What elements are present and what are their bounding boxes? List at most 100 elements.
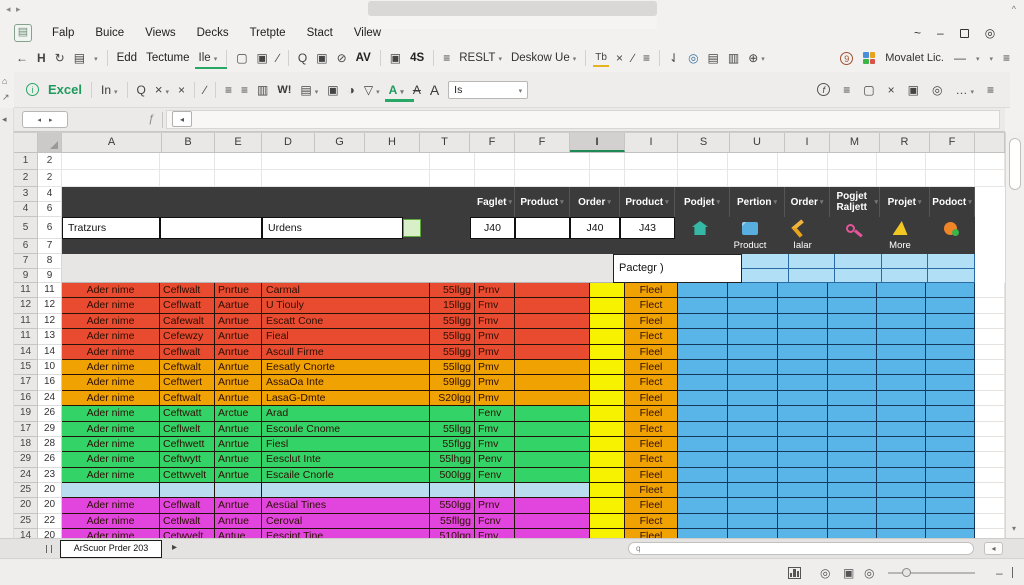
blue-cell[interactable] — [926, 283, 975, 298]
blue-cell[interactable] — [789, 254, 836, 269]
fleet-cell[interactable]: Fleel — [625, 345, 678, 360]
home-shortcut-icon[interactable] — [2, 76, 7, 86]
description-cell[interactable] — [262, 483, 430, 498]
blue-cell[interactable] — [678, 422, 728, 437]
row-number-cell[interactable]: 14 — [38, 345, 62, 360]
select-all-corner[interactable] — [14, 133, 38, 152]
yellow-cell[interactable] — [590, 498, 625, 513]
view-mode-dropdown[interactable]: Deskow Ue — [511, 52, 576, 64]
vendor-cell[interactable]: Cefewzy — [160, 329, 215, 344]
empty-cell[interactable] — [678, 170, 728, 187]
blue-cell[interactable] — [778, 375, 828, 390]
band-header[interactable]: Podoct — [930, 187, 975, 217]
vendor-cell[interactable]: Ceftwytt — [160, 452, 215, 467]
font-color-dropdown[interactable]: A — [389, 83, 404, 97]
quantity-cell[interactable]: 55lhgg — [430, 452, 475, 467]
blue-cell[interactable] — [877, 422, 926, 437]
table-row[interactable]: 15 10 Ader nime Ceftwalt Anrtue Eesatly … — [14, 360, 1005, 375]
code-cell[interactable]: Fmv — [475, 529, 515, 538]
blue-cell[interactable] — [728, 298, 778, 313]
empty-cell[interactable] — [590, 153, 625, 170]
empty-cell[interactable] — [975, 375, 1005, 390]
blue-cell[interactable] — [877, 406, 926, 421]
av-label[interactable]: AV — [356, 52, 371, 64]
row-header[interactable]: 1 — [14, 153, 38, 170]
back-icon[interactable] — [16, 52, 28, 64]
band-header[interactable]: Order — [570, 187, 620, 217]
blue-cell[interactable] — [778, 283, 828, 298]
name-cell[interactable]: Ader nime — [62, 314, 160, 329]
description-cell[interactable]: LasaG-Dmte — [262, 391, 430, 406]
blue-cell[interactable] — [678, 483, 728, 498]
blue-cell[interactable] — [728, 375, 778, 390]
empty-cell[interactable] — [215, 170, 262, 187]
band-header[interactable]: Product — [515, 187, 570, 217]
code-cell[interactable] — [475, 483, 515, 498]
help-icon[interactable]: 9 — [840, 52, 853, 65]
quantity-cell[interactable]: 55fllgg — [430, 514, 475, 529]
blue-cell[interactable] — [728, 345, 778, 360]
menu-item[interactable]: Views — [145, 27, 175, 39]
shading-icon[interactable] — [348, 84, 355, 96]
history-icon[interactable] — [37, 52, 46, 64]
description-cell[interactable]: Eesclut Inte — [262, 452, 430, 467]
quantity-cell[interactable]: 55llgg — [430, 422, 475, 437]
type-cell[interactable]: Anrtue — [215, 498, 262, 513]
blank-cell[interactable] — [515, 468, 590, 483]
column-header[interactable]: F — [515, 133, 570, 152]
name-cell[interactable]: Ader nime — [62, 329, 160, 344]
quantity-cell[interactable]: 55llgg — [430, 345, 475, 360]
band-header[interactable]: Product — [620, 187, 675, 217]
blue-cell[interactable] — [678, 345, 728, 360]
blue-cell[interactable] — [789, 269, 836, 284]
row-header[interactable]: 2 — [14, 170, 38, 187]
find-icon[interactable] — [137, 84, 146, 96]
empty-cell[interactable] — [678, 153, 728, 170]
blue-cell[interactable] — [828, 298, 877, 313]
filter-caret-icon[interactable] — [665, 196, 669, 208]
type-cell[interactable]: Pnrtue — [215, 283, 262, 298]
code-cell[interactable]: Penv — [475, 452, 515, 467]
blue-cell[interactable] — [926, 529, 975, 538]
row-header[interactable]: 6 — [14, 239, 38, 254]
empty-cell[interactable] — [625, 153, 678, 170]
blue-cell[interactable] — [926, 329, 975, 344]
blue-cell[interactable] — [778, 406, 828, 421]
blue-cell[interactable] — [877, 375, 926, 390]
quantity-cell[interactable]: S20lgg — [430, 391, 475, 406]
column-header[interactable]: R — [880, 133, 930, 152]
row-header[interactable]: 14 — [14, 529, 38, 538]
blue-cell[interactable] — [828, 391, 877, 406]
empty-cell[interactable] — [778, 153, 828, 170]
blue-cell[interactable] — [778, 329, 828, 344]
quantity-cell[interactable]: 15llgg — [430, 298, 475, 313]
session-icon[interactable] — [985, 26, 995, 40]
format-text-icon[interactable] — [595, 53, 607, 63]
filter-caret-icon[interactable] — [508, 196, 512, 208]
blue-cell[interactable] — [828, 422, 877, 437]
blank-cell[interactable] — [515, 391, 590, 406]
blue-cell[interactable] — [877, 329, 926, 344]
blank-band-cell[interactable] — [160, 217, 262, 239]
fleet-cell[interactable]: Flect — [625, 452, 678, 467]
empty-cell[interactable] — [728, 153, 778, 170]
horizontal-scrollbar[interactable]: q — [628, 542, 974, 555]
yellow-cell[interactable] — [590, 514, 625, 529]
row-number-cell[interactable]: 9 — [38, 269, 62, 283]
empty-cell[interactable] — [590, 170, 625, 187]
row-number-cell[interactable]: 20 — [38, 483, 62, 498]
vendor-cell[interactable]: Ceftwalt — [160, 360, 215, 375]
yellow-cell[interactable] — [590, 422, 625, 437]
row-header[interactable]: 17 — [14, 422, 38, 437]
empty-cell[interactable] — [975, 329, 1005, 344]
blue-cell[interactable] — [728, 422, 778, 437]
empty-cell[interactable] — [926, 153, 975, 170]
empty-cell[interactable] — [828, 153, 877, 170]
tab-scroll-marks[interactable] — [46, 545, 47, 553]
blue-cell[interactable] — [778, 452, 828, 467]
record-icon[interactable] — [864, 566, 874, 580]
type-cell[interactable]: Anrtue — [215, 360, 262, 375]
blue-cell[interactable] — [678, 298, 728, 313]
table-row[interactable]: 25 22 Ader nime Cetlwalt Anrtue Ceroval … — [14, 514, 1005, 529]
empty-cell[interactable] — [975, 468, 1005, 483]
